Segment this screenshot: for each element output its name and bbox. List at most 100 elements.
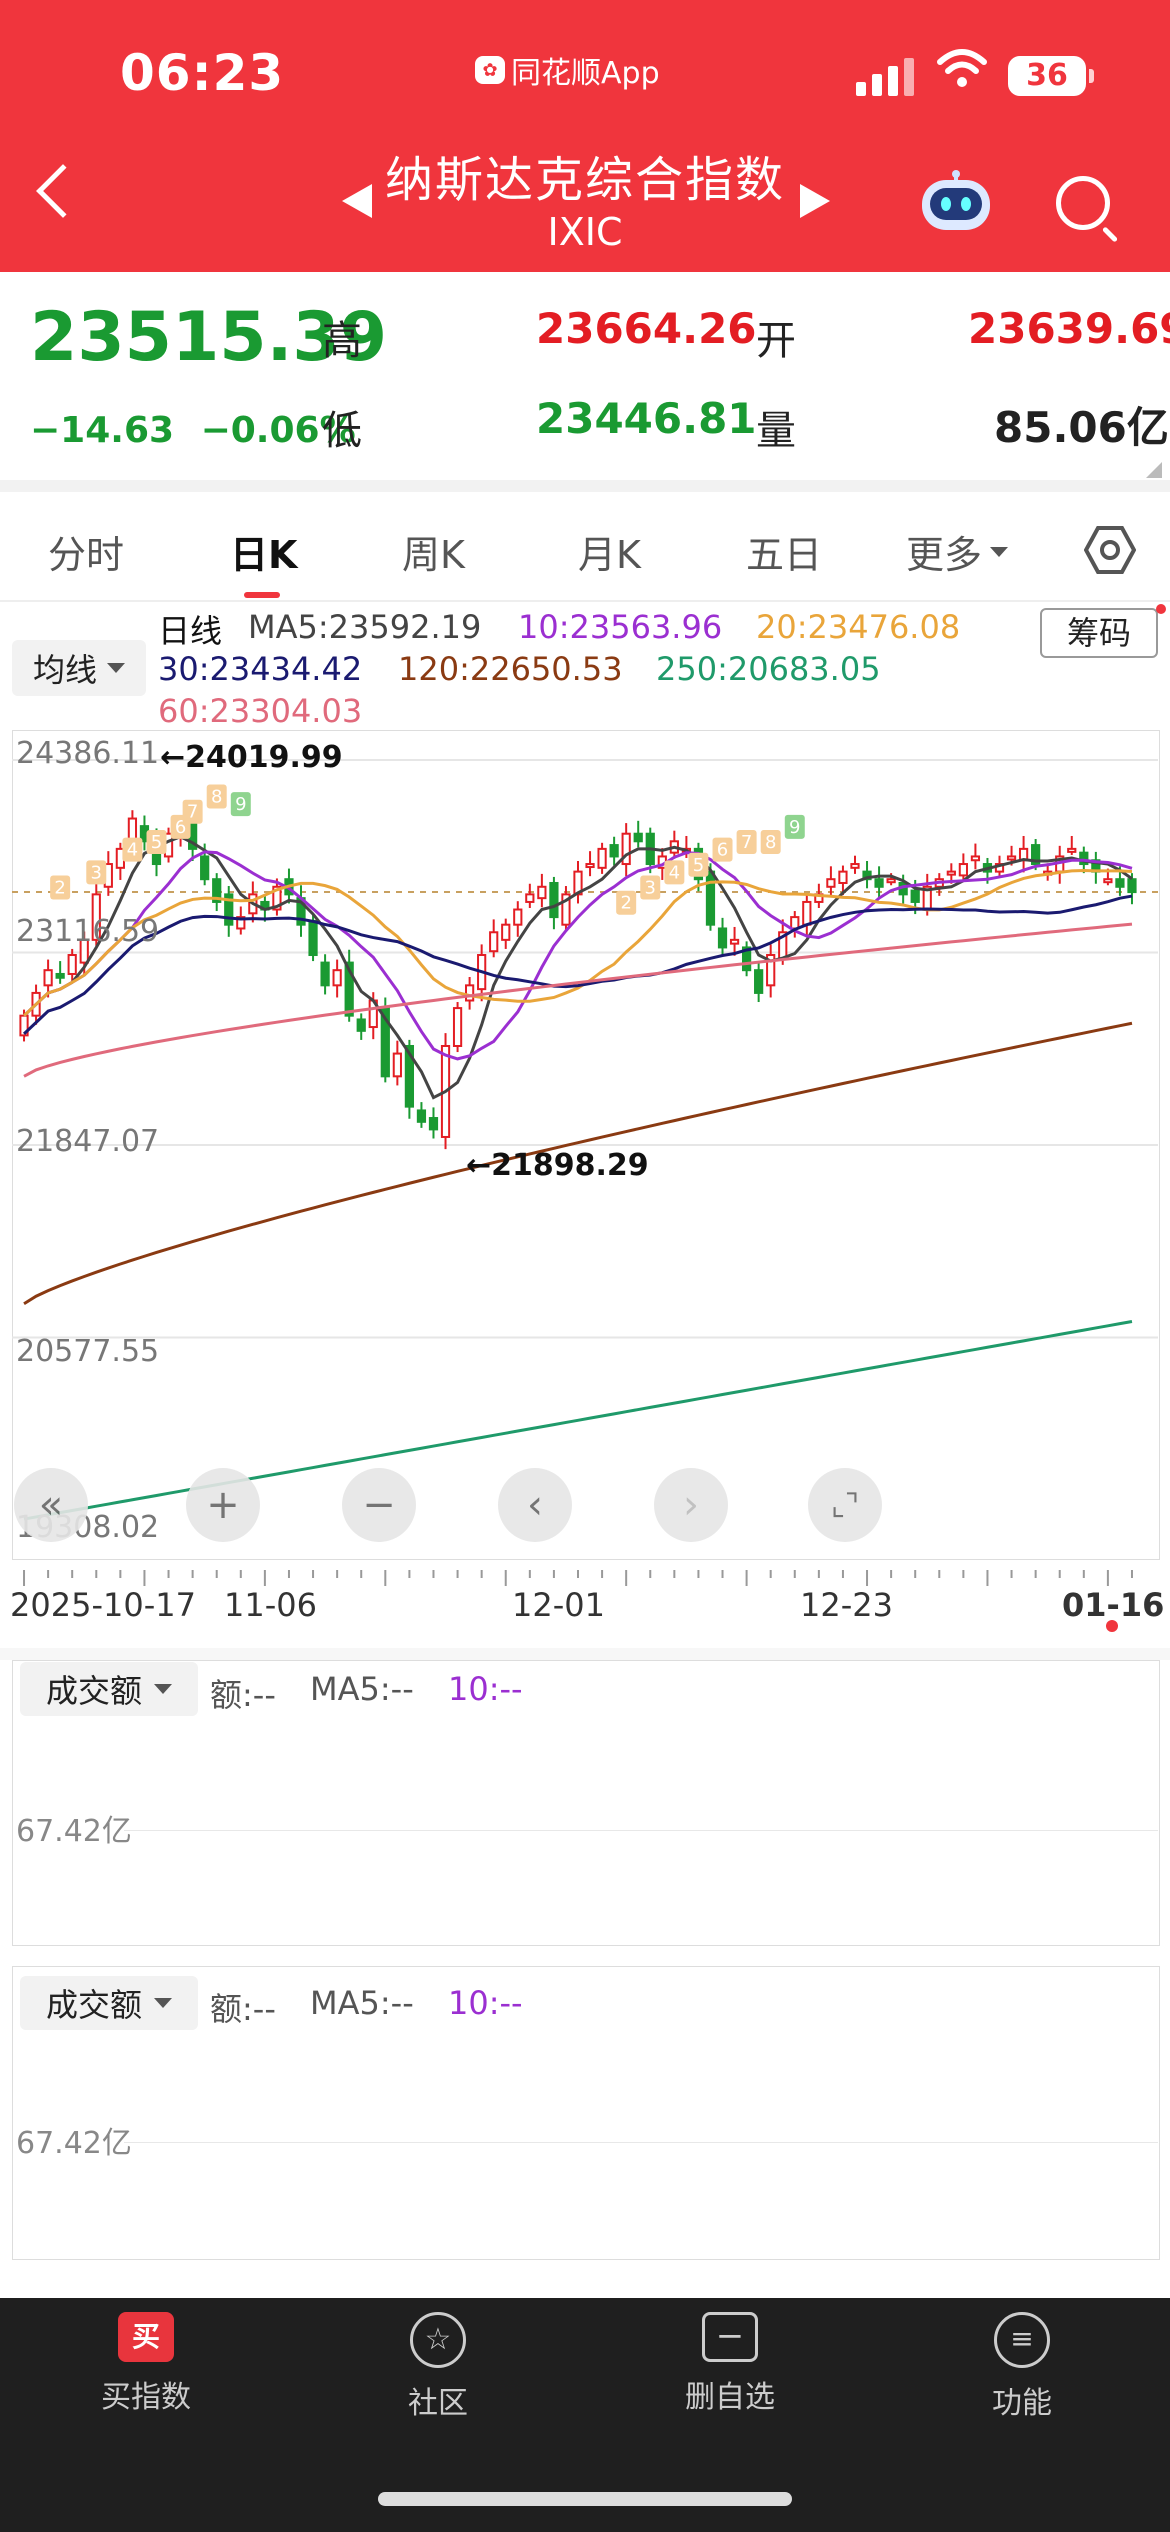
zoom-out-icon[interactable]: −	[342, 1468, 416, 1542]
candle-body	[1115, 878, 1125, 888]
candle-body	[452, 1007, 463, 1047]
tab-more[interactable]: 更多	[906, 524, 1009, 579]
candle-body	[886, 878, 896, 884]
countdown-label: 4	[669, 862, 680, 883]
ma-toggle[interactable]: 均线	[12, 640, 146, 696]
countdown-label: 4	[127, 840, 138, 861]
scroll-left-fast-icon[interactable]: «	[14, 1468, 88, 1542]
candle-body	[549, 881, 559, 919]
nav-community[interactable]: ☆ 社区	[338, 2312, 538, 2422]
countdown-label: 3	[645, 878, 656, 899]
candle-body	[705, 870, 716, 926]
tab-intraday[interactable]: 分时	[48, 524, 124, 579]
candle-body	[67, 954, 77, 975]
index-title: 纳斯达克综合指数	[384, 152, 785, 208]
search-icon[interactable]	[1056, 176, 1110, 230]
volume-selector-1[interactable]: 成交额	[20, 1662, 198, 1716]
volume-selector-2[interactable]: 成交额	[20, 1976, 198, 2030]
high-marker: ←24019.99	[160, 740, 343, 775]
open-value: 23639.69	[968, 304, 1170, 353]
y-axis-label-2: 23116.59	[16, 914, 160, 949]
candle-body	[597, 847, 607, 869]
scroll-left-icon[interactable]: ‹	[498, 1468, 572, 1542]
countdown-label: 7	[187, 802, 198, 823]
chip-distribution-button[interactable]: 筹码	[1040, 608, 1158, 658]
candle-body	[729, 938, 740, 945]
scroll-right-icon[interactable]: ›	[654, 1468, 728, 1542]
home-indicator	[378, 2492, 792, 2506]
app-logo-icon: ✿	[475, 56, 505, 84]
y-axis-label-top: 24386.11	[16, 736, 160, 771]
legend-ma5: MA5:23592.19	[248, 608, 482, 646]
candle-body	[946, 870, 956, 876]
signal-icon	[856, 54, 914, 96]
tab-five-day[interactable]: 五日	[746, 524, 822, 579]
candle-body	[392, 1052, 402, 1078]
open-label: 开	[756, 318, 796, 364]
tab-weekly-k[interactable]: 周K	[402, 524, 465, 579]
candle-body	[55, 972, 65, 979]
nav-label: 买指数	[101, 2380, 191, 2415]
settings-hexagon-icon[interactable]	[1084, 524, 1136, 576]
nav-buy-index[interactable]: 买 买指数	[46, 2312, 246, 2416]
candle-body	[826, 878, 836, 888]
countdown-label: 2	[620, 893, 631, 914]
nav-remove-watchlist[interactable]: − 删自选	[630, 2312, 830, 2416]
volume-selector-label: 成交额	[45, 1986, 142, 2024]
active-tab-underline	[244, 592, 280, 598]
countdown-label: 2	[54, 878, 65, 899]
buy-index-icon: 买	[118, 2312, 174, 2362]
candle-body	[416, 1109, 427, 1123]
candle-body	[525, 893, 535, 903]
candle-body	[802, 900, 812, 926]
tab-monthly-k[interactable]: 月K	[578, 524, 641, 579]
candle-body	[308, 919, 318, 957]
candle-body	[428, 1117, 439, 1131]
x-axis-date-3: 12-01	[512, 1586, 605, 1624]
candle-body	[332, 969, 342, 987]
app-header: 06:23 ✿ 同花顺App 36 纳斯达克综合指数 IXIC	[0, 0, 1170, 272]
status-app-label: ✿ 同花顺App	[475, 48, 660, 92]
tab-daily-k[interactable]: 日K	[230, 524, 297, 579]
candle-body	[958, 863, 968, 877]
nav-functions[interactable]: ≡ 功能	[922, 2312, 1122, 2422]
volume-ma5: MA5:--	[310, 1670, 414, 1708]
back-icon[interactable]	[36, 164, 90, 218]
assistant-robot-icon[interactable]	[918, 170, 994, 234]
index-code: IXIC	[547, 210, 623, 254]
ma60-line	[23, 922, 1133, 1078]
countdown-label: 9	[789, 817, 800, 838]
candle-body	[1127, 878, 1137, 894]
candle-body	[200, 855, 210, 881]
candle-body	[585, 863, 595, 869]
period-label: 日线	[158, 612, 223, 650]
legend-ma10: 10:23563.96	[518, 608, 723, 646]
expand-corner-icon[interactable]	[1146, 462, 1162, 478]
legend-ma20: 20:23476.08	[756, 608, 961, 646]
candle-body	[1103, 878, 1113, 884]
legend-ma30: 30:23434.42	[158, 650, 363, 688]
fullscreen-icon[interactable]: ⌞⌝	[808, 1468, 882, 1542]
countdown-label: 5	[151, 832, 162, 853]
candle-body	[1067, 847, 1077, 853]
latest-marker-dot	[1106, 1620, 1118, 1632]
countdown-label: 8	[765, 832, 776, 853]
legend-ma250: 250:20683.05	[656, 650, 881, 688]
notification-dot	[1156, 604, 1166, 614]
zoom-in-icon[interactable]: +	[186, 1468, 260, 1542]
functions-icon: ≡	[994, 2312, 1050, 2368]
candle-body	[501, 923, 511, 941]
next-index-icon[interactable]	[800, 184, 830, 218]
y-axis-label-3: 21847.07	[16, 1124, 160, 1159]
candle-body	[970, 855, 981, 862]
chart-divider	[0, 1648, 1170, 1660]
low-value: 23446.81	[536, 394, 757, 443]
candle-body	[489, 931, 499, 953]
price-change: −14.63 −0.06%	[30, 410, 356, 451]
remove-watchlist-icon: −	[702, 2312, 758, 2362]
x-axis-date-4: 12-23	[800, 1586, 893, 1624]
y-axis-label-4: 20577.55	[16, 1334, 160, 1369]
volume-value: 85.06亿	[994, 403, 1169, 452]
tab-more-label: 更多	[906, 533, 983, 577]
volume-selector-label: 成交额	[45, 1672, 142, 1710]
